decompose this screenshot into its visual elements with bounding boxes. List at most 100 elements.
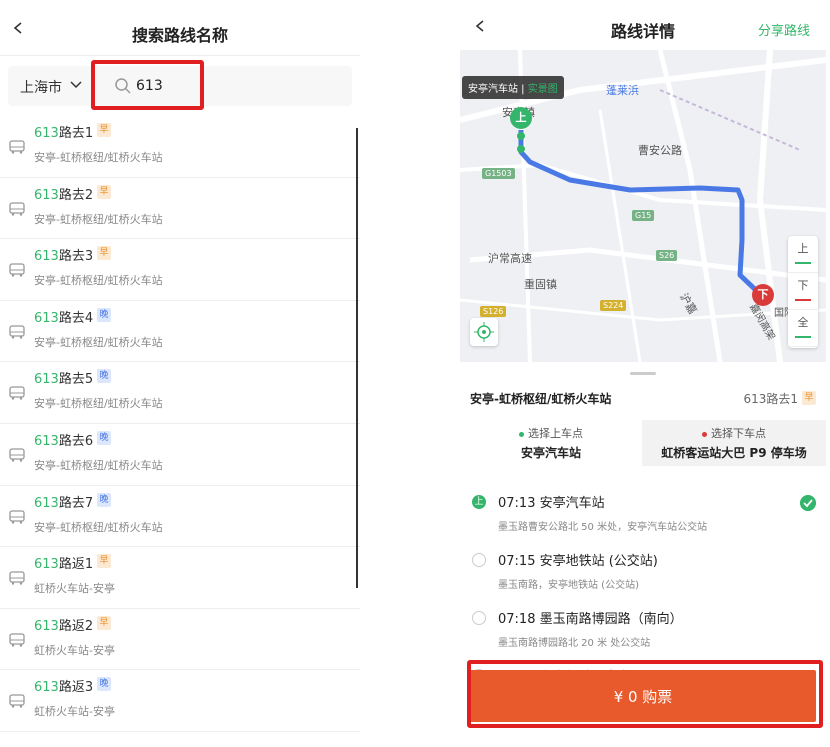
nav-bar: 搜索路线名称 [0,0,360,56]
route-list: 613路去1 早安亭-虹桥枢纽/虹桥火车站 613路去2 早安亭-虹桥枢纽/虹桥火车站… [0,116,360,732]
route-list-item[interactable]: 613路返3 晚虹桥火车站-安亭 [0,670,360,732]
stop-address: 墨玉南路博园路北 20 米 处公交站 [498,638,651,649]
station-tooltip[interactable]: 安亭汽车站 | 实景图 [462,76,564,99]
nav-bar: 路线详情 分享路线 [460,0,826,50]
map-view-controls: 上 下 全 [788,236,818,348]
late-tag: 晚 [97,677,111,692]
route-endpoints: 虹桥火车站-安亭 [34,582,115,596]
page-title: 搜索路线名称 [131,26,228,45]
route-map[interactable]: 安亭汽车站 | 实景图 安亭镇 蓬莱浜 曹安公路 沪常高速 重固镇 国际机场 沪… [460,50,826,362]
road-tag-s126: S126 [480,306,507,317]
early-tag: 早 [97,184,111,199]
map-label-chonggu: 重固镇 [524,278,557,291]
route-name: 613路返1 [34,557,94,573]
route-endpoints: 安亭-虹桥枢纽/虹桥火车站 [34,274,163,288]
route-endpoints: 安亭-虹桥枢纽/虹桥火车站 [34,151,163,164]
stop-radio[interactable] [472,611,486,625]
route-endpoints: 安亭-虹桥枢纽/虹桥火车站 [34,520,163,534]
drawer-handle[interactable] [630,372,656,375]
stop-radio[interactable] [472,553,486,567]
route-list-item[interactable]: 613路去3 早安亭-虹桥枢纽/虹桥火车站 [0,239,360,301]
route-list-item[interactable]: 613路去1 早安亭-虹桥枢纽/虹桥火车站 [0,116,360,178]
late-tag: 晚 [97,369,111,384]
route-list-item[interactable]: 613路返1 早虹桥火车站-安亭 [0,547,360,609]
road-tag-s224: S224 [600,300,627,311]
stop-picker: 选择上车点 安亭汽车站 选择下车点 虹桥客运站大巴 P9 停车场 [460,420,826,466]
route-search-screen: 搜索路线名称 上海市 613路去1早安亭-虹桥枢纽/虹桥火车站613路去2早安亭… [0,0,360,747]
route-endpoints: 安亭-虹桥枢纽/虹桥火车站 [34,335,163,349]
stop-address: 墨玉南路，安亭地铁站 (公交站) [498,580,639,591]
highlight-search-box [91,60,204,110]
bus-icon [9,386,25,401]
locate-button[interactable] [470,318,498,346]
early-tag: 早 [97,246,111,261]
boarding-label: 选择上车点 [528,427,583,440]
route-name: 613路去4 [34,310,94,326]
alighting-pin[interactable]: 下 [752,284,774,306]
route-detail-screen: 路线详情 分享路线 安亭汽车站 | 实景图 安亭镇 蓬莱浜 曹安公路 沪常高速 … [460,0,826,747]
view-alighting-button[interactable]: 下 [788,273,818,310]
early-tag: 早 [802,391,816,405]
route-endpoints: 虹桥火车站-安亭 [34,643,115,657]
bus-icon [9,694,25,709]
alighting-stop-selector[interactable]: 选择下车点 虹桥客运站大巴 P9 停车场 [642,420,826,466]
route-name: 613路去5 [34,372,94,388]
map-label-caoan: 曹安公路 [638,144,682,157]
stop-time-name: 07:13 安亭汽车站 [498,496,605,511]
boarding-value: 安亭汽车站 [520,446,581,460]
map-label-huchang: 沪常高速 [488,252,532,265]
route-list-item[interactable]: 613路返2 早虹桥火车站-安亭 [0,609,360,671]
bus-icon [9,448,25,462]
route-name: 613路返2 [34,618,94,634]
route-list-item[interactable]: 613路去2 早安亭-虹桥枢纽/虹桥火车站 [0,178,360,240]
route-name: 613路去3 [34,249,94,265]
stop-time-name: 07:18 墨玉南路博园路（南向） [498,612,683,627]
stop-address: 墨玉路曹安公路北 50 米处，安亭汽车站公交站 [498,522,708,533]
late-tag: 晚 [97,430,111,445]
bus-icon [9,509,25,524]
route-name: 613路去7 [34,495,94,511]
early-tag: 早 [97,615,111,630]
scrollbar[interactable] [356,128,358,588]
bus-icon [9,140,25,154]
route-endpoints: 安亭-虹桥枢纽/虹桥火车站 [34,458,163,472]
map-label-penglang: 蓬莱浜 [606,84,639,97]
bus-icon [9,571,25,585]
boarding-stop-selector[interactable]: 选择上车点 安亭汽车站 [460,420,642,466]
highlight-buy-button [467,660,823,728]
chevron-down-icon[interactable] [70,80,82,90]
route-list-item[interactable]: 613路去4 晚安亭-虹桥枢纽/虹桥火车站 [0,301,360,363]
locate-icon [474,322,494,342]
city-selector[interactable]: 上海市 [20,77,62,97]
green-dot-icon [519,431,524,437]
early-tag: 早 [97,554,111,569]
route-list-item[interactable]: 613路去5 晚安亭-虹桥枢纽/虹桥火车站 [0,362,360,424]
stop-time-name: 07:15 安亭地铁站 (公交站) [498,554,658,569]
road-tag-g15: G15 [632,210,655,221]
route-endpoints: 安亭-虹桥枢纽/虹桥火车站 [34,212,163,226]
view-all-button[interactable]: 全 [788,310,818,347]
route-list-item[interactable]: 613路去7 晚安亭-虹桥枢纽/虹桥火车站 [0,486,360,548]
road-tag-g1503: G1503 [482,168,515,179]
route-endpoints: 安亭-虹桥枢纽/虹桥火车站 [34,397,163,411]
route-name: 613路去2 [34,187,94,203]
early-tag: 早 [97,123,111,137]
red-dot-icon [702,431,707,437]
view-boarding-button[interactable]: 上 [788,236,818,273]
alighting-label: 选择下车点 [711,427,766,440]
route-endpoints: 虹桥火车站-安亭 [34,705,115,719]
route-endpoints: 安亭-虹桥枢纽/虹桥火车站 [470,392,612,406]
road-tag-s26: S26 [656,250,678,261]
alighting-value: 虹桥客运站大巴 P9 停车场 [661,446,807,460]
bus-icon [9,201,25,216]
boarding-badge: 上 [472,495,486,509]
route-list-item[interactable]: 613路去6 晚安亭-虹桥枢纽/虹桥火车站 [0,424,360,486]
bus-icon [9,325,25,339]
late-tag: 晚 [97,492,111,507]
route-name: 613路去6 [34,433,94,449]
late-tag: 晚 [97,307,111,322]
boarding-pin[interactable]: 上 [510,107,532,129]
route-header: 安亭-虹桥枢纽/虹桥火车站 613路去1 早 [460,382,826,418]
share-route-link[interactable]: 分享路线 [758,20,810,39]
route-name: 613路去1 [34,126,94,141]
